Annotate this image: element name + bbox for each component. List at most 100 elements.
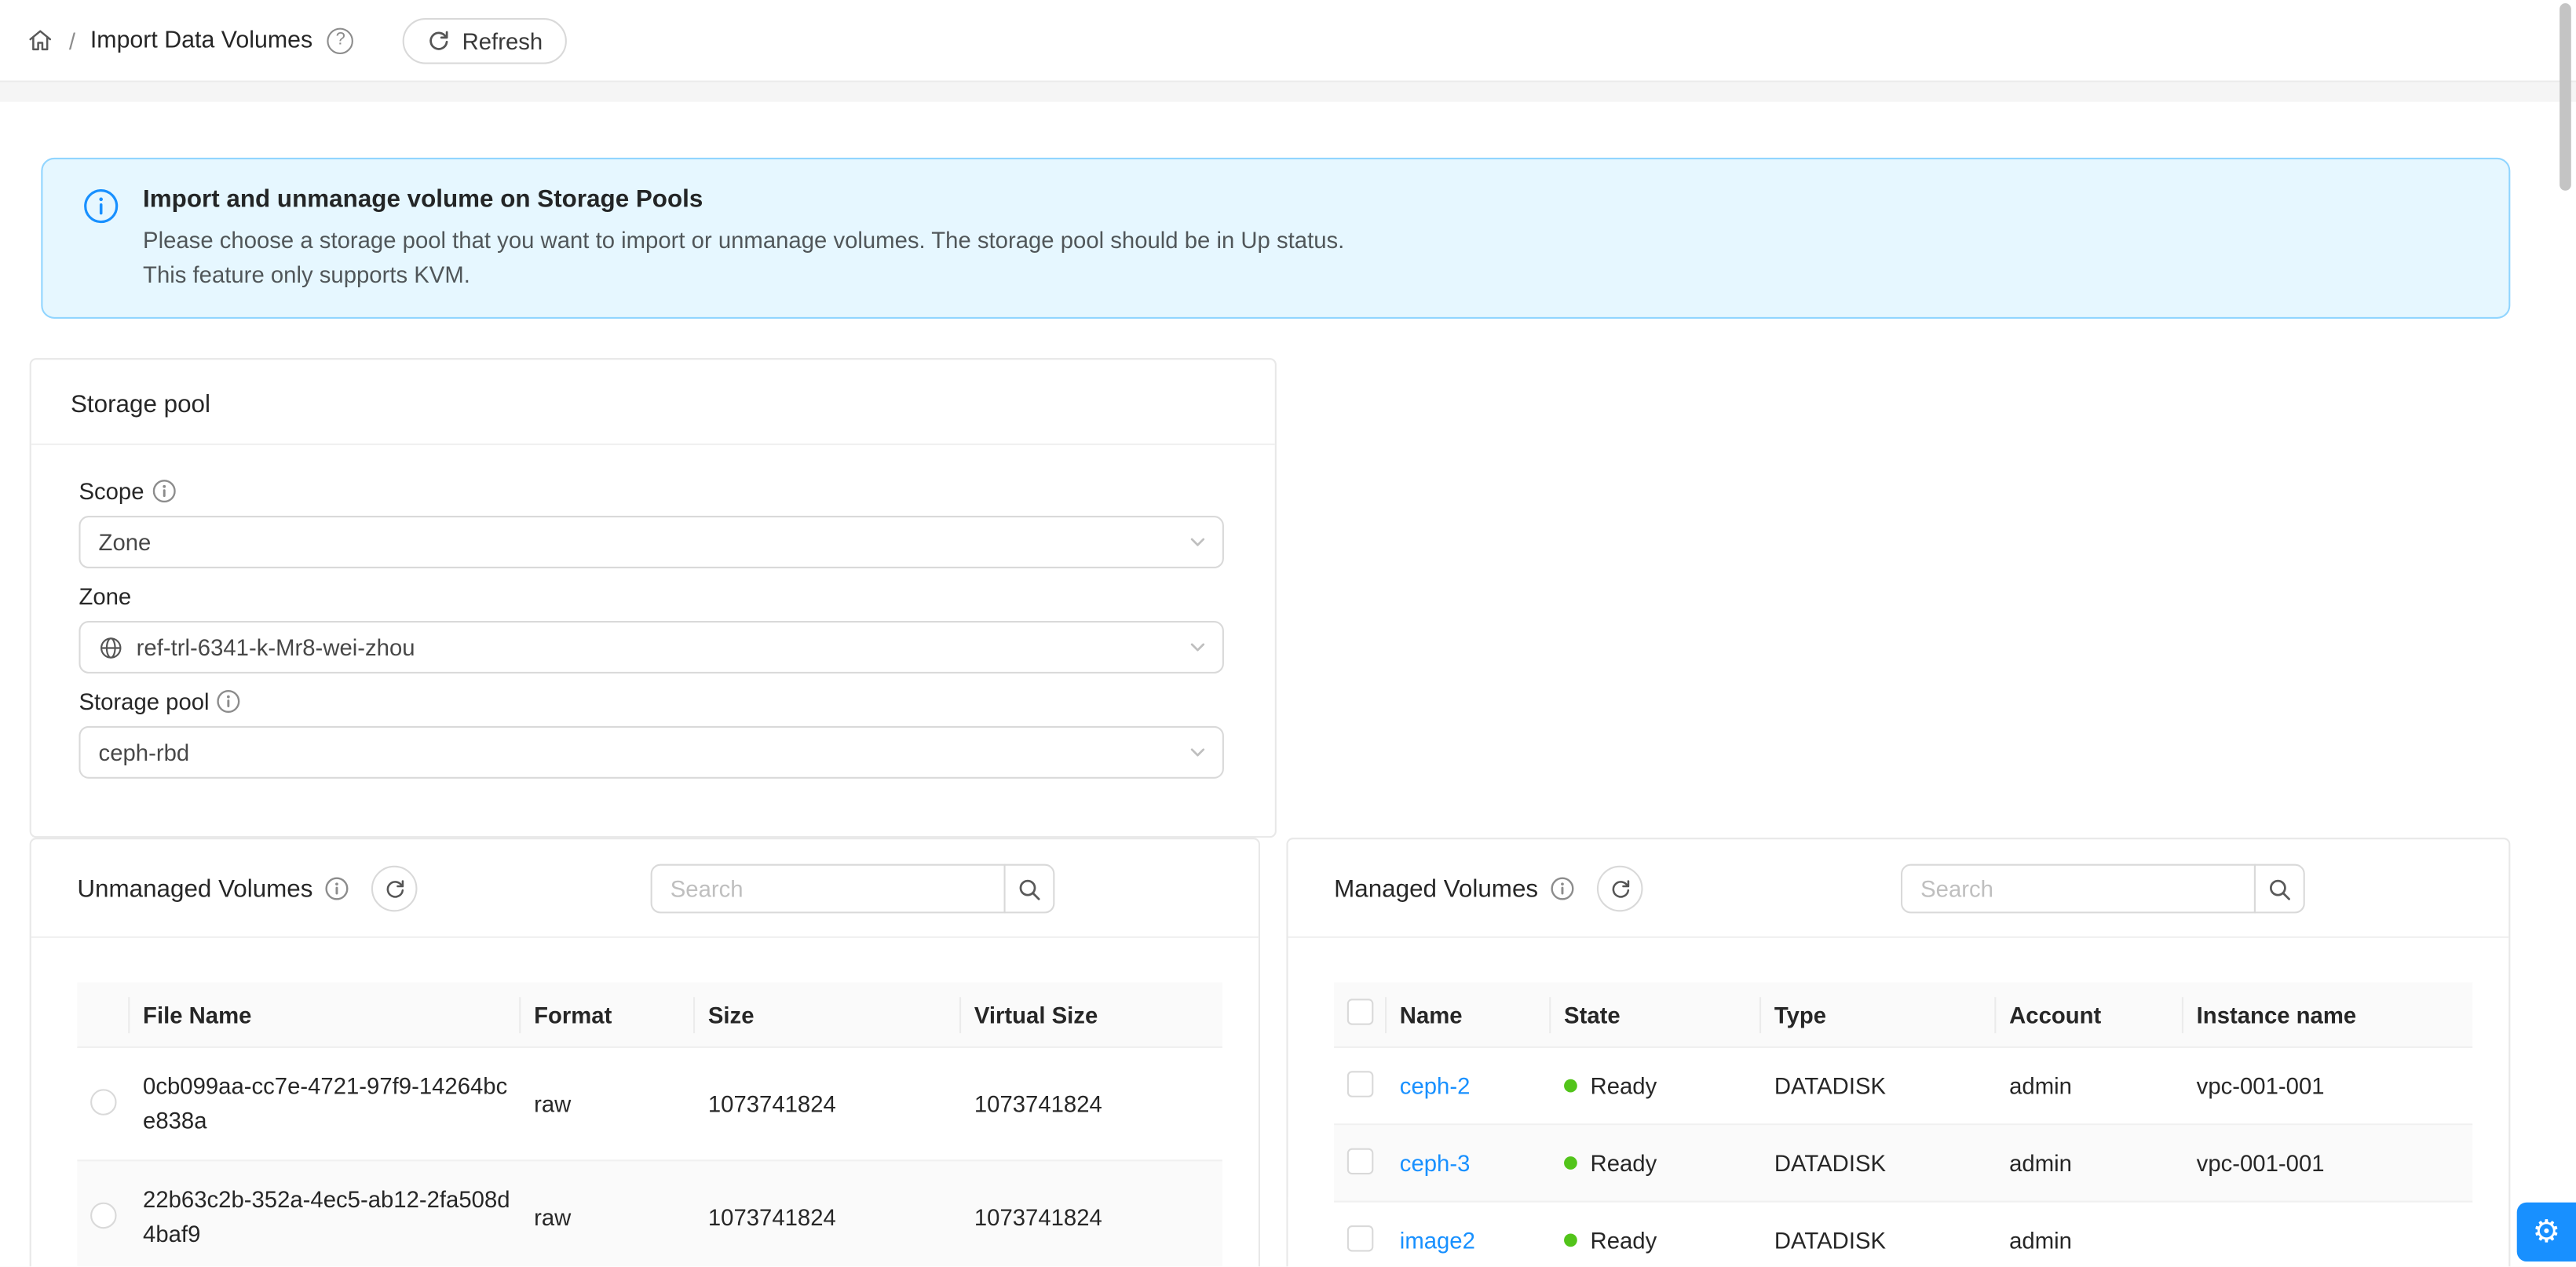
unmanaged-volumes-card: Unmanaged Volumes <box>30 838 1260 1266</box>
cell-state: Ready <box>1591 1072 1657 1098</box>
cell-file-name: 0cb099aa-cc7e-4721-97f9-14264bce838a <box>143 1069 534 1138</box>
chevron-down-icon <box>1188 743 1208 762</box>
home-icon[interactable] <box>26 26 54 54</box>
breadcrumb-separator: / <box>69 27 75 53</box>
managed-table-header: Name State Type Account Instance name <box>1334 982 2472 1048</box>
scope-field: Scope Zone <box>79 478 1223 568</box>
row-radio[interactable] <box>90 1202 116 1228</box>
column-account: Account <box>2009 1001 2197 1027</box>
cell-state: Ready <box>1591 1227 1657 1253</box>
cell-account: admin <box>2009 1150 2197 1176</box>
refresh-label: Refresh <box>462 27 543 53</box>
breadcrumb-current: Import Data Volumes <box>90 27 312 53</box>
cell-file-name: 22b63c2b-352a-4ec5-ab12-2fa508d4baf9 <box>143 1183 534 1252</box>
cell-format: raw <box>534 1090 708 1116</box>
cell-type: DATADISK <box>1774 1150 2009 1176</box>
page: / Import Data Volumes ? Refresh Import a… <box>0 0 2576 1266</box>
alert-title: Import and unmanage volume on Storage Po… <box>143 185 1344 214</box>
storage-pool-select[interactable]: ceph-rbd <box>79 726 1223 779</box>
status-dot <box>1564 1233 1577 1247</box>
cell-instance: vpc-001-001 <box>2197 1072 2473 1098</box>
cell-state: Ready <box>1591 1150 1657 1176</box>
storage-pool-select-value: ceph-rbd <box>99 739 190 765</box>
reload-icon <box>428 29 451 52</box>
column-size: Size <box>708 1001 974 1027</box>
managed-search <box>1901 864 2305 914</box>
managed-search-input[interactable] <box>1901 864 2256 914</box>
storage-pool-label: Storage pool <box>79 688 209 714</box>
scope-select-value: Zone <box>99 529 152 555</box>
scope-select[interactable]: Zone <box>79 516 1223 568</box>
table-row: 0cb099aa-cc7e-4721-97f9-14264bce838a raw… <box>77 1048 1222 1161</box>
unmanaged-search-input[interactable] <box>651 864 1006 914</box>
unmanaged-search <box>651 864 1055 914</box>
refresh-button[interactable]: Refresh <box>403 17 567 64</box>
scope-info-icon[interactable] <box>152 480 175 502</box>
cell-type: DATADISK <box>1774 1227 2009 1253</box>
zone-select-value: ref-trl-6341-k-Mr8-wei-zhou <box>137 634 415 660</box>
column-file-name: File Name <box>143 1001 534 1027</box>
pool-field: Storage pool ceph-rbd <box>79 688 1223 779</box>
unmanaged-table-header: File Name Format Size Virtual Size <box>77 982 1222 1048</box>
breadcrumb-bar: / Import Data Volumes ? Refresh <box>0 0 2576 81</box>
table-row: ceph-2 Ready DATADISK admin vpc-001-001 <box>1334 1048 2472 1125</box>
volumes-section: Unmanaged Volumes <box>30 838 2511 1266</box>
zone-select[interactable]: ref-trl-6341-k-Mr8-wei-zhou <box>79 621 1223 674</box>
row-radio[interactable] <box>90 1088 116 1114</box>
row-checkbox[interactable] <box>1347 1225 1373 1251</box>
table-row: image2 Ready DATADISK admin <box>1334 1203 2472 1267</box>
cell-instance: vpc-001-001 <box>2197 1150 2473 1176</box>
table-row: ceph-3 Ready DATADISK admin vpc-001-001 <box>1334 1125 2472 1202</box>
storage-pool-card-header: Storage pool <box>31 360 1275 445</box>
column-state: State <box>1564 1001 1774 1027</box>
status-dot <box>1564 1079 1577 1093</box>
cell-account: admin <box>2009 1227 2197 1253</box>
main-content: Import and unmanage volume on Storage Po… <box>0 102 2576 1267</box>
column-virtual-size: Virtual Size <box>974 1001 1222 1027</box>
managed-header: Managed Volumes <box>1288 839 2509 938</box>
settings-fab-button[interactable]: ⚙ <box>2517 1203 2576 1262</box>
cell-size: 1073741824 <box>708 1204 974 1230</box>
managed-info-icon[interactable] <box>1551 877 1574 900</box>
column-instance-name: Instance name <box>2197 1001 2473 1027</box>
unmanaged-table: File Name Format Size Virtual Size 0cb09… <box>77 982 1222 1266</box>
gear-icon: ⚙ <box>2533 1216 2561 1247</box>
managed-table: Name State Type Account Instance name ce… <box>1334 982 2472 1266</box>
zone-field: Zone ref-trl-6341-k-Mr8-wei-zhou <box>79 583 1223 674</box>
row-checkbox[interactable] <box>1347 1148 1373 1174</box>
scope-label: Scope <box>79 478 144 504</box>
zone-label: Zone <box>79 583 131 609</box>
table-row: 22b63c2b-352a-4ec5-ab12-2fa508d4baf9 raw… <box>77 1161 1222 1266</box>
chevron-down-icon <box>1188 532 1208 552</box>
managed-title: Managed Volumes <box>1334 874 1538 903</box>
info-circle-icon <box>84 189 119 228</box>
cell-size: 1073741824 <box>708 1090 974 1116</box>
chevron-down-icon <box>1188 637 1208 657</box>
managed-refresh-button[interactable] <box>1597 866 1643 912</box>
storage-pool-form: Scope Zone Zone <box>31 445 1275 836</box>
volume-link[interactable]: ceph-2 <box>1400 1072 1471 1098</box>
unmanaged-refresh-button[interactable] <box>372 866 418 912</box>
row-checkbox[interactable] <box>1347 1070 1373 1096</box>
alert-line-1: Please choose a storage pool that you wa… <box>143 224 1344 258</box>
unmanaged-info-icon[interactable] <box>326 877 349 900</box>
unmanaged-search-button[interactable] <box>1004 864 1055 914</box>
managed-search-button[interactable] <box>2254 864 2305 914</box>
alert-line-2: This feature only supports KVM. <box>143 258 1344 293</box>
select-all-checkbox[interactable] <box>1347 999 1373 1024</box>
cell-account: admin <box>2009 1072 2197 1098</box>
globe-icon <box>99 635 123 659</box>
column-format: Format <box>534 1001 708 1027</box>
unmanaged-title: Unmanaged Volumes <box>77 874 312 903</box>
scrollbar-thumb[interactable] <box>2560 3 2571 191</box>
volume-link[interactable]: ceph-3 <box>1400 1150 1471 1176</box>
volume-link[interactable]: image2 <box>1400 1227 1475 1253</box>
storage-pool-card-title: Storage pool <box>71 391 210 419</box>
cell-virtual-size: 1073741824 <box>974 1090 1222 1116</box>
managed-volumes-card: Managed Volumes <box>1286 838 2510 1266</box>
storage-pool-info-icon[interactable] <box>217 690 240 713</box>
help-icon[interactable]: ? <box>327 27 353 53</box>
cell-type: DATADISK <box>1774 1072 2009 1098</box>
status-dot <box>1564 1156 1577 1170</box>
cell-virtual-size: 1073741824 <box>974 1204 1222 1230</box>
